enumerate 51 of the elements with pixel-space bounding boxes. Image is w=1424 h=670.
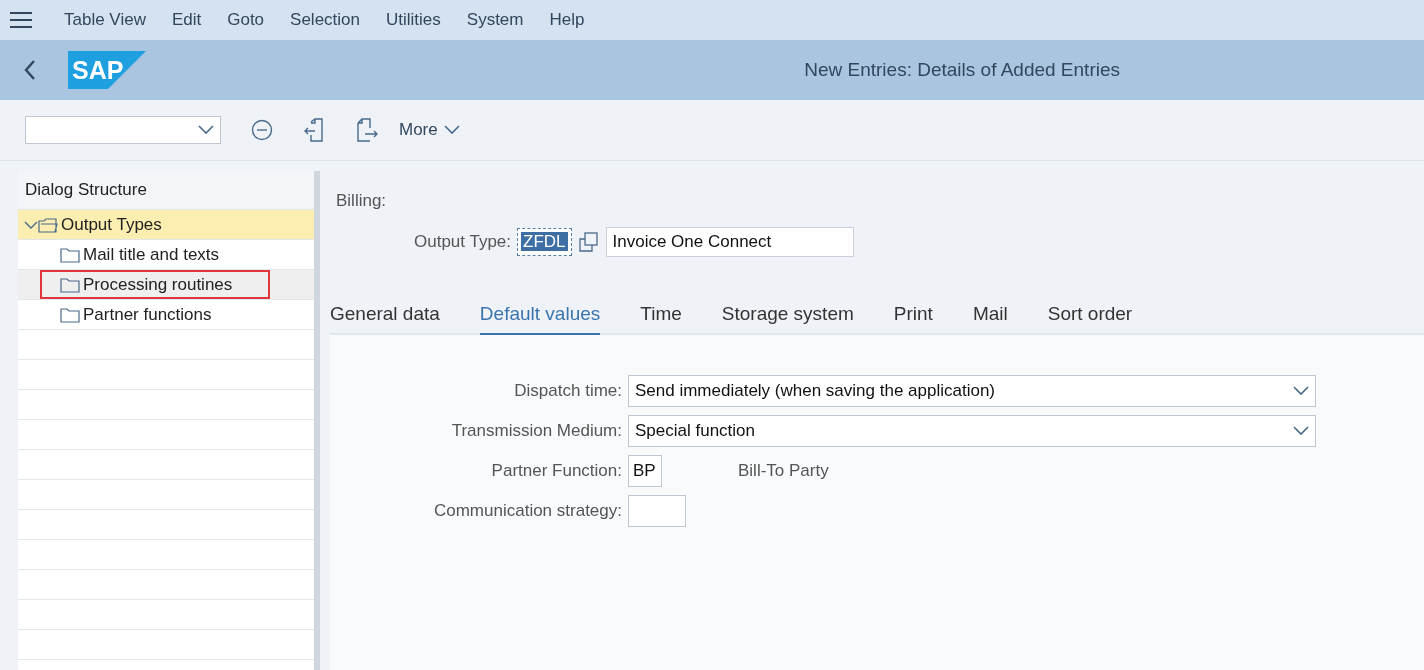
field-label: Transmission Medium: [450, 421, 623, 441]
menu-item[interactable]: Edit [171, 10, 202, 30]
folder-icon [38, 216, 58, 233]
dropdown-field[interactable]: Special function [628, 415, 1316, 447]
field-label: Communication strategy: [432, 501, 623, 521]
minus-circle-icon[interactable] [251, 119, 273, 141]
tab[interactable]: Sort order [1047, 303, 1133, 335]
menu-item[interactable]: Utilities [386, 10, 441, 30]
screen-title: New Entries: Details of Added Entries [803, 59, 1121, 81]
dropdown-field[interactable]: Send immediately (when saving the application) [628, 375, 1316, 407]
tree-row[interactable]: Output Types [18, 210, 314, 240]
folder-icon [60, 306, 80, 323]
tab[interactable]: Mail [972, 303, 1008, 335]
tree-node-label: Processing routines [83, 274, 233, 295]
chevron-down-icon [1293, 426, 1309, 436]
field-label: Dispatch time: [513, 381, 623, 401]
tree-node-label: Mail title and texts [83, 244, 220, 265]
tab[interactable]: General data [330, 303, 440, 335]
tree-row[interactable]: Processing routines [18, 270, 314, 300]
chevron-down-icon[interactable] [24, 219, 38, 230]
description-field: Invoice One Connect [605, 227, 854, 257]
tab[interactable]: Print [893, 303, 933, 335]
tab[interactable]: Storage system [721, 303, 854, 335]
menu-item[interactable]: Table View [64, 10, 146, 30]
tab[interactable]: Time [640, 303, 682, 335]
menu-item[interactable]: Goto [227, 10, 265, 30]
input-field[interactable] [628, 495, 686, 527]
page-arrow-left-icon[interactable] [303, 118, 325, 142]
field-description: Bill-To Party [738, 461, 829, 481]
chevron-down-icon [443, 125, 460, 135]
panel-title: Dialog Structure [18, 171, 314, 210]
more-button[interactable]: More [399, 120, 460, 140]
section-label: Billing: [335, 191, 388, 211]
menu-item[interactable]: Help [549, 10, 585, 30]
menu-item[interactable]: System [466, 10, 524, 30]
input-field[interactable]: BP [628, 455, 662, 487]
tree-node-label: Output Types [61, 214, 162, 235]
copy-icon[interactable] [577, 231, 600, 253]
chevron-down-icon [198, 125, 214, 135]
back-icon[interactable] [24, 60, 36, 80]
code-field[interactable]: ZFDL [517, 228, 572, 256]
folder-icon [60, 246, 80, 263]
menu-icon[interactable] [10, 12, 32, 28]
menu-item[interactable]: Selection [290, 10, 360, 30]
folder-icon [60, 276, 80, 293]
logo: SAP [68, 51, 146, 89]
field-label: Partner Function: [490, 461, 623, 481]
field-label: Output Type: [414, 232, 512, 252]
tree-node-label: Partner functions [83, 304, 212, 325]
page-arrow-right-icon[interactable] [355, 118, 379, 142]
chevron-down-icon [1293, 386, 1309, 396]
